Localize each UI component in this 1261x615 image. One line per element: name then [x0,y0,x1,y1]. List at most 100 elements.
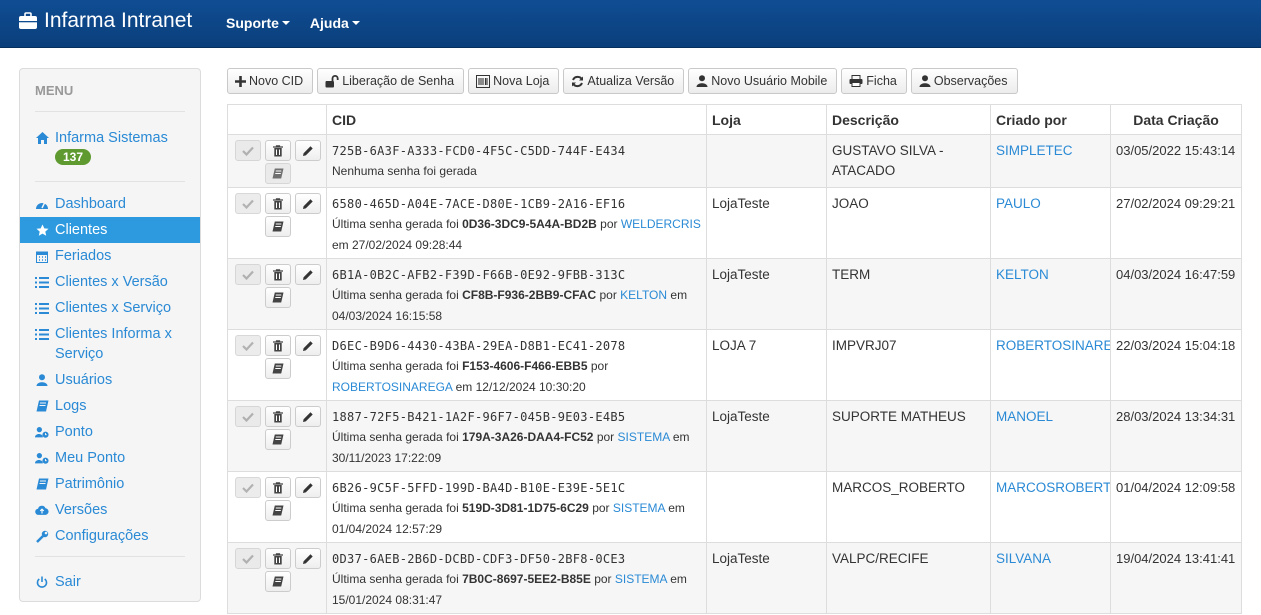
descricao-cell: IMPVRJ07 [826,330,990,400]
descricao-cell: SUPORTE MATHEUS [826,401,990,471]
criado-por-link[interactable]: PAULO [991,188,1110,220]
senha-info: Última senha gerada foi 7B0C-8697-5EE2-B… [327,569,706,611]
senha-none-text: Nenhuma senha foi gerada [332,164,477,178]
sidebar-item-meu-ponto[interactable]: Meu Ponto [20,445,200,471]
trash-icon [273,410,283,422]
loja-cell [706,472,826,542]
delete-button[interactable] [265,140,291,161]
home-icon [35,131,49,145]
header-cid[interactable]: CID [326,105,706,134]
senha-user-link[interactable]: SISTEMA [613,501,665,515]
pencil-icon [303,482,313,493]
caret-down-icon [281,21,290,25]
pencil-icon [303,411,313,422]
header-data-criacao[interactable]: Data Criação [1110,105,1242,134]
edit-button[interactable] [295,264,321,285]
loja-value [707,472,826,484]
sidebar-item-versoes[interactable]: Versões [20,497,200,523]
edit-button[interactable] [295,406,321,427]
log-button[interactable] [265,500,291,521]
criado-por-link[interactable]: ROBERTOSINAREGA [991,330,1110,362]
brand[interactable]: Infarma Intranet [18,9,192,33]
loja-value: LojaTeste [712,267,770,282]
approve-button[interactable] [235,548,261,569]
approve-button[interactable] [235,477,261,498]
novo-usuario-mobile-button[interactable]: Novo Usuário Mobile [688,68,838,94]
delete-button[interactable] [265,193,291,214]
sidebar-item-sair[interactable]: Sair [20,569,200,595]
approve-button[interactable] [235,335,261,356]
sidebar-item-usuarios[interactable]: Usuários [20,367,200,393]
sidebar-item-label: Usuários [55,372,113,388]
sidebar-item-clientes-servico[interactable]: Clientes x Serviço [20,295,200,321]
book-icon [272,168,284,179]
log-button[interactable] [265,358,291,379]
sidebar-item-infarma-sistemas[interactable]: Infarma Sistemas [20,125,200,151]
data-criacao-cell: 28/03/2024 13:34:31 [1110,401,1242,471]
log-button[interactable] [265,571,291,592]
sidebar-item-clientes[interactable]: Clientes [20,217,200,243]
novo-cid-button[interactable]: Novo CID [227,68,314,94]
ficha-button[interactable]: Ficha [841,68,907,94]
observacoes-button[interactable]: Observações [910,68,1018,94]
toolbar: Novo CID Liberação de Senha Nova Loja At… [227,68,1022,94]
nav-suporte[interactable]: Suporte [226,15,290,31]
nova-loja-button[interactable]: Nova Loja [468,68,560,94]
sidebar-item-ponto[interactable]: Ponto [20,419,200,445]
senha-user-link[interactable]: ROBERTOSINAREGA [332,380,452,394]
senha-user-link[interactable]: SISTEMA [615,572,667,586]
header-criado-por[interactable]: Criado por [990,105,1110,134]
liberacao-senha-button[interactable]: Liberação de Senha [317,68,465,94]
sidebar-item-configuracoes[interactable]: Configurações [20,523,200,549]
header-descricao[interactable]: Descrição [826,105,990,134]
loja-cell: LojaTeste [706,259,826,329]
edit-button[interactable] [295,477,321,498]
delete-button[interactable] [265,335,291,356]
delete-button[interactable] [265,406,291,427]
list-icon [35,275,49,289]
senha-user-link[interactable]: SISTEMA [618,430,670,444]
log-button[interactable] [265,429,291,450]
criado-por-cell: MARCOSROBERTO [990,472,1110,542]
sidebar-item-clientes-informa-servico[interactable]: Clientes Informa x Serviço [20,321,200,367]
loja-value [707,135,826,147]
delete-button[interactable] [265,264,291,285]
log-button[interactable] [265,287,291,308]
barcode-icon [476,74,491,88]
senha-por: por [599,288,617,302]
edit-button[interactable] [295,140,321,161]
sidebar-item-patrimonio[interactable]: Patrimônio [20,471,200,497]
data-criacao-value: 22/03/2024 15:04:18 [1116,338,1236,353]
header-loja[interactable]: Loja [706,105,826,134]
atualiza-versao-button[interactable]: Atualiza Versão [563,68,685,94]
nav-ajuda[interactable]: Ajuda [310,15,360,31]
criado-por-link[interactable]: MARCOSROBERTO [991,472,1110,504]
approve-button[interactable] [235,264,261,285]
edit-button[interactable] [295,548,321,569]
edit-button[interactable] [295,335,321,356]
senha-user-link[interactable]: KELTON [620,288,667,302]
book-icon [272,505,284,516]
loja-cell: LojaTeste [706,401,826,471]
sidebar-item-label: Feriados [55,248,112,264]
approve-button[interactable] [235,406,261,427]
table-row: 0D37-6AEB-2B6D-DCBD-CDF3-DF50-2BF8-0CE3 Ú… [227,543,1242,614]
sidebar-item-dashboard[interactable]: Dashboard [20,191,200,217]
sidebar-item-clientes-versao[interactable]: Clientes x Versão [20,269,200,295]
list-icon [35,327,49,341]
approve-button[interactable] [235,140,261,161]
delete-button[interactable] [265,477,291,498]
cid-cell: 6580-465D-A04E-7ACE-D80E-1CB9-2A16-EF16 Ú… [326,188,706,258]
criado-por-link[interactable]: KELTON [991,259,1110,291]
sidebar-item-logs[interactable]: Logs [20,393,200,419]
sidebar-item-feriados[interactable]: Feriados [20,243,200,269]
log-button[interactable] [265,216,291,237]
delete-button[interactable] [265,548,291,569]
criado-por-link[interactable]: SIMPLETEC [991,135,1110,167]
criado-por-link[interactable]: MANOEL [991,401,1110,433]
senha-user-link[interactable]: WELDERCRIS [621,217,701,231]
approve-button[interactable] [235,193,261,214]
log-button[interactable] [265,163,291,184]
edit-button[interactable] [295,193,321,214]
criado-por-link[interactable]: SILVANA [991,543,1110,575]
